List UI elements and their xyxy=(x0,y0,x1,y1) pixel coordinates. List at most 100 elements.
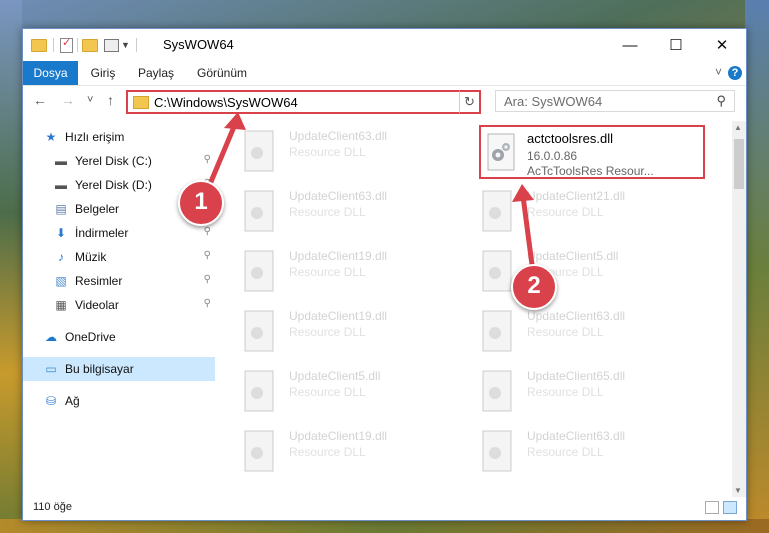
file-tile[interactable]: UpdateClient63.dll Resource DLL xyxy=(223,185,443,239)
new-folder-icon[interactable] xyxy=(82,38,98,52)
tab-home[interactable]: Giriş xyxy=(85,61,121,85)
sidebar-item-onedrive[interactable]: ☁ OneDrive xyxy=(23,325,215,349)
properties-check-icon[interactable] xyxy=(60,36,73,53)
back-button[interactable]: ← xyxy=(33,92,47,108)
file-description: Resource DLL xyxy=(527,205,604,219)
ribbon-collapse-icon[interactable]: ˅ xyxy=(715,65,722,79)
file-name: UpdateClient19.dll xyxy=(289,249,388,263)
sidebar-item-videos[interactable]: ▦ Videolar ⚲ xyxy=(23,293,215,317)
file-tile[interactable]: UpdateClient5.dll Resource DLL xyxy=(461,245,681,299)
sidebar-item-label: Videolar xyxy=(75,298,119,312)
sidebar-item-music[interactable]: ♪ Müzik ⚲ xyxy=(23,245,215,269)
sidebar-item-label: İndirmeler xyxy=(75,226,129,240)
callout-1: 1 xyxy=(178,180,224,226)
file-tile-actctoolsres[interactable]: actctoolsres.dll 16.0.0.86 AcTcToolsRes … xyxy=(479,125,705,179)
file-description: AcTcToolsRes Resour... xyxy=(527,164,654,178)
pin-icon[interactable]: ⚲ xyxy=(204,274,211,285)
toolbar-dropdown-icon[interactable]: ▼ xyxy=(121,40,130,50)
music-icon: ♪ xyxy=(58,250,64,264)
file-tile[interactable]: UpdateClient63.dll Resource DLL xyxy=(461,425,681,479)
search-placeholder: Ara: SysWOW64 xyxy=(504,94,603,109)
toolbar-divider xyxy=(77,38,78,52)
search-icon: ⚲ xyxy=(716,93,726,108)
file-description: Resource DLL xyxy=(289,205,366,219)
file-tile[interactable]: UpdateClient19.dll Resource DLL xyxy=(223,245,443,299)
large-icons-view-icon[interactable] xyxy=(723,501,737,514)
file-description: Resource DLL xyxy=(527,385,604,399)
dll-file-icon xyxy=(244,250,274,292)
dll-file-icon xyxy=(482,190,512,232)
tab-share[interactable]: Paylaş xyxy=(135,61,177,85)
dll-file-icon xyxy=(244,430,274,472)
dll-file-icon xyxy=(482,430,512,472)
close-button[interactable]: ✕ xyxy=(699,29,745,61)
address-bar[interactable]: C:\Windows\SysWOW64 ˅ xyxy=(126,90,481,114)
file-name: UpdateClient63.dll xyxy=(289,189,388,203)
star-icon: ★ xyxy=(45,130,57,144)
sidebar-item-this-pc[interactable]: ▭ Bu bilgisayar xyxy=(23,357,215,381)
details-view-icon[interactable] xyxy=(705,501,719,514)
file-name: UpdateClient19.dll xyxy=(289,309,388,323)
tab-view[interactable]: Görünüm xyxy=(195,61,249,85)
file-name: UpdateClient21.dll xyxy=(527,189,626,203)
sidebar-item-downloads[interactable]: ⬇ İndirmeler ⚲ xyxy=(23,221,215,245)
file-tile[interactable]: UpdateClient21.dll Resource DLL xyxy=(461,185,681,239)
dll-gear-file-icon xyxy=(487,133,515,171)
desktop-wallpaper-right xyxy=(745,0,769,533)
search-input[interactable]: Ara: SysWOW64 ⚲ xyxy=(495,90,735,112)
toolbar-divider xyxy=(135,38,137,52)
sidebar-item-drive-c[interactable]: ▬ Yerel Disk (C:) ⚲ xyxy=(23,149,215,173)
file-tile[interactable]: UpdateClient63.dll Resource DLL xyxy=(461,305,681,359)
navigation-pane: ★ Hızlı erişim ▬ Yerel Disk (C:) ⚲ ▬ Yer… xyxy=(23,125,215,495)
downloads-icon: ⬇ xyxy=(55,226,67,240)
file-tile[interactable]: UpdateClient19.dll Resource DLL xyxy=(223,305,443,359)
callout-2: 2 xyxy=(511,264,557,310)
sidebar-item-label: Yerel Disk (C:) xyxy=(75,154,152,168)
file-name: UpdateClient63.dll xyxy=(527,429,626,443)
file-tile[interactable]: UpdateClient65.dll Resource DLL xyxy=(461,365,681,419)
pin-icon[interactable]: ⚲ xyxy=(204,250,211,261)
pin-icon[interactable]: ⚲ xyxy=(204,226,211,237)
file-description: Resource DLL xyxy=(289,265,366,279)
window-title: SysWOW64 xyxy=(163,37,234,52)
file-name: UpdateClient63.dll xyxy=(289,129,388,143)
file-tile[interactable]: UpdateClient19.dll Resource DLL xyxy=(223,425,443,479)
drive-c-icon: ▬ xyxy=(55,154,67,168)
file-tile[interactable]: UpdateClient5.dll Resource DLL xyxy=(223,365,443,419)
documents-icon: ▤ xyxy=(55,202,67,216)
up-button[interactable]: ↑ xyxy=(107,92,114,108)
minimize-button[interactable]: — xyxy=(607,29,653,61)
pin-icon[interactable]: ⚲ xyxy=(204,154,211,165)
sidebar-item-network[interactable]: ⛁ Ağ xyxy=(23,389,215,413)
network-icon: ⛁ xyxy=(45,394,57,408)
customize-toolbar-icon[interactable] xyxy=(104,38,119,52)
sidebar-item-label: Yerel Disk (D:) xyxy=(75,178,152,192)
refresh-button[interactable]: ↻ xyxy=(459,90,481,114)
sidebar-item-quick-access[interactable]: ★ Hızlı erişim xyxy=(23,125,215,149)
file-name: UpdateClient5.dll xyxy=(289,369,381,383)
dll-file-icon xyxy=(244,370,274,412)
scroll-down-icon[interactable]: ▼ xyxy=(734,486,742,495)
file-description: Resource DLL xyxy=(289,385,366,399)
recent-locations-button[interactable]: ˅ xyxy=(87,94,93,106)
quick-access-toolbar: ▼ xyxy=(31,36,143,53)
vertical-scrollbar[interactable]: ▲ ▼ xyxy=(732,121,746,497)
maximize-button[interactable]: ☐ xyxy=(653,29,699,61)
tab-file[interactable]: Dosya xyxy=(23,61,78,85)
sidebar-item-pictures[interactable]: ▧ Resimler ⚲ xyxy=(23,269,215,293)
pin-icon[interactable]: ⚲ xyxy=(204,298,211,309)
help-icon[interactable]: ? xyxy=(728,66,742,80)
scroll-up-icon[interactable]: ▲ xyxy=(734,123,742,132)
scrollbar-thumb[interactable] xyxy=(734,139,744,189)
file-description: Resource DLL xyxy=(289,145,366,159)
address-path[interactable]: C:\Windows\SysWOW64 xyxy=(154,95,298,110)
dll-file-icon xyxy=(482,310,512,352)
folder-icon xyxy=(133,96,149,109)
file-tile[interactable]: UpdateClient63.dll Resource DLL xyxy=(223,125,443,179)
forward-button[interactable]: → xyxy=(61,92,75,108)
file-name: UpdateClient65.dll xyxy=(527,369,626,383)
sidebar-item-label: Hızlı erişim xyxy=(65,130,125,144)
file-explorer-window: ▼ SysWOW64 — ☐ ✕ Dosya Giriş Paylaş Görü… xyxy=(22,28,747,521)
dll-file-icon xyxy=(244,310,274,352)
title-bar: ▼ SysWOW64 — ☐ ✕ xyxy=(23,29,746,61)
